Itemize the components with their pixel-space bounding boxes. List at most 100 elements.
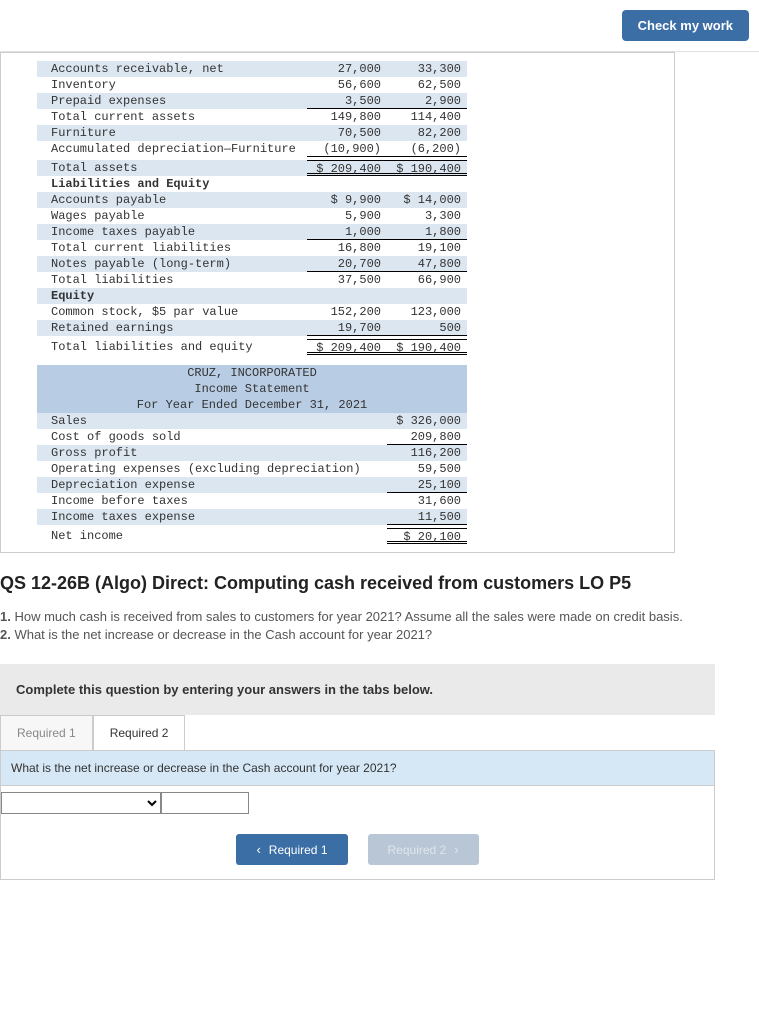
income-header-title: Income Statement	[37, 381, 467, 397]
row-value-1: 27,000	[307, 61, 387, 77]
row-label: Operating expenses (excluding depreciati…	[37, 461, 387, 477]
row-label: Income taxes expense	[37, 509, 387, 525]
financial-row: Income taxes payable1,0001,800	[37, 224, 467, 240]
row-label: Depreciation expense	[37, 477, 387, 493]
row-value-1	[307, 288, 387, 304]
financial-row: Total liabilities37,50066,900	[37, 272, 467, 288]
question-2: 2. What is the net increase or decrease …	[0, 626, 759, 644]
next-button-label: Required 2	[388, 843, 447, 857]
question-1-text: How much cash is received from sales to …	[11, 609, 683, 624]
answer-select[interactable]	[1, 792, 161, 814]
row-label: Net income	[37, 528, 387, 544]
financial-row: Total liabilities and equity$ 209,400$ 1…	[37, 339, 467, 355]
row-value-2: $ 190,400	[387, 160, 467, 176]
financial-row: Total current assets149,800114,400	[37, 109, 467, 125]
row-label: Total current assets	[37, 109, 307, 125]
row-value-2: 123,000	[387, 304, 467, 320]
row-value-2: 66,900	[387, 272, 467, 288]
chevron-left-icon: ‹	[256, 842, 260, 857]
prev-button-label: Required 1	[269, 843, 328, 857]
row-value-1: 31,600	[387, 493, 467, 509]
row-value-1: 11,500	[387, 509, 467, 525]
question-section: QS 12-26B (Algo) Direct: Computing cash …	[0, 573, 759, 644]
row-label: Cost of goods sold	[37, 429, 387, 445]
row-value-2: 3,300	[387, 208, 467, 224]
question-1: 1. How much cash is received from sales …	[0, 608, 759, 626]
row-value-2	[387, 288, 467, 304]
row-label: Total assets	[37, 160, 307, 176]
row-value-1: $ 209,400	[307, 339, 387, 355]
financial-row: Operating expenses (excluding depreciati…	[37, 461, 467, 477]
row-value-1: 116,200	[387, 445, 467, 461]
financial-statements-panel: Accounts receivable, net27,00033,300Inve…	[0, 52, 675, 553]
row-value-2: (6,200)	[387, 141, 467, 157]
financial-row: Notes payable (long-term)20,70047,800	[37, 256, 467, 272]
row-value-2: 62,500	[387, 77, 467, 93]
row-label: Inventory	[37, 77, 307, 93]
tab-content: What is the net increase or decrease in …	[0, 751, 715, 880]
question-2-text: What is the net increase or decrease in …	[11, 627, 432, 642]
row-value-1: 16,800	[307, 240, 387, 256]
financial-row: Total assets$ 209,400$ 190,400	[37, 160, 467, 176]
row-value-2: $ 14,000	[387, 192, 467, 208]
row-label: Prepaid expenses	[37, 93, 307, 109]
financial-row: Income taxes expense11,500	[37, 509, 467, 525]
row-value-2	[387, 176, 467, 192]
row-value-1: 37,500	[307, 272, 387, 288]
row-value-2: 47,800	[387, 256, 467, 272]
prev-button[interactable]: ‹ Required 1	[236, 834, 347, 865]
question-1-prefix: 1.	[0, 609, 11, 624]
row-value-1: $ 9,900	[307, 192, 387, 208]
row-value-1: $ 326,000	[387, 413, 467, 429]
financial-row: Wages payable5,9003,300	[37, 208, 467, 224]
row-value-1: 1,000	[307, 224, 387, 240]
row-label: Retained earnings	[37, 320, 307, 336]
row-value-1: 209,800	[387, 429, 467, 445]
row-label: Liabilities and Equity	[37, 176, 307, 192]
answer-amount-input[interactable]	[161, 792, 249, 814]
financial-row: Common stock, $5 par value152,200123,000	[37, 304, 467, 320]
row-label: Income taxes payable	[37, 224, 307, 240]
financial-row: Liabilities and Equity	[37, 176, 467, 192]
complete-banner: Complete this question by entering your …	[0, 664, 715, 715]
financial-row: Accounts receivable, net27,00033,300	[37, 61, 467, 77]
row-value-1: 149,800	[307, 109, 387, 125]
row-value-2: 33,300	[387, 61, 467, 77]
nav-buttons: ‹ Required 1 Required 2 ›	[1, 820, 714, 879]
balance-sheet-table: Accounts receivable, net27,00033,300Inve…	[37, 61, 467, 355]
sub-question: What is the net increase or decrease in …	[1, 751, 714, 786]
row-value-2: $ 190,400	[387, 339, 467, 355]
row-value-1: 152,200	[307, 304, 387, 320]
row-label: Accounts payable	[37, 192, 307, 208]
financial-row: Net income$ 20,100	[37, 528, 467, 544]
financial-row: Accounts payable$ 9,900$ 14,000	[37, 192, 467, 208]
question-2-prefix: 2.	[0, 627, 11, 642]
financial-row: Depreciation expense25,100	[37, 477, 467, 493]
income-statement-table: Sales$ 326,000Cost of goods sold209,800G…	[37, 413, 467, 544]
financial-row: Furniture70,50082,200	[37, 125, 467, 141]
row-value-1: 5,900	[307, 208, 387, 224]
row-label: Notes payable (long-term)	[37, 256, 307, 272]
check-my-work-button[interactable]: Check my work	[622, 10, 749, 41]
row-label: Income before taxes	[37, 493, 387, 509]
row-value-2: 82,200	[387, 125, 467, 141]
financial-row: Equity	[37, 288, 467, 304]
row-label: Accounts receivable, net	[37, 61, 307, 77]
row-value-1: $ 20,100	[387, 528, 467, 544]
row-value-1: $ 209,400	[307, 160, 387, 176]
next-button[interactable]: Required 2 ›	[368, 834, 479, 865]
financial-row: Cost of goods sold209,800	[37, 429, 467, 445]
row-label: Total current liabilities	[37, 240, 307, 256]
row-label: Total liabilities and equity	[37, 339, 307, 355]
row-label: Accumulated depreciation—Furniture	[37, 141, 307, 157]
row-value-1: 70,500	[307, 125, 387, 141]
row-label: Furniture	[37, 125, 307, 141]
row-value-2: 19,100	[387, 240, 467, 256]
tab-required-1[interactable]: Required 1	[0, 715, 93, 750]
question-title: QS 12-26B (Algo) Direct: Computing cash …	[0, 573, 759, 594]
row-value-1: 20,700	[307, 256, 387, 272]
row-value-1: 59,500	[387, 461, 467, 477]
row-value-2: 2,900	[387, 93, 467, 109]
tab-required-2[interactable]: Required 2	[93, 715, 186, 750]
row-value-2: 1,800	[387, 224, 467, 240]
